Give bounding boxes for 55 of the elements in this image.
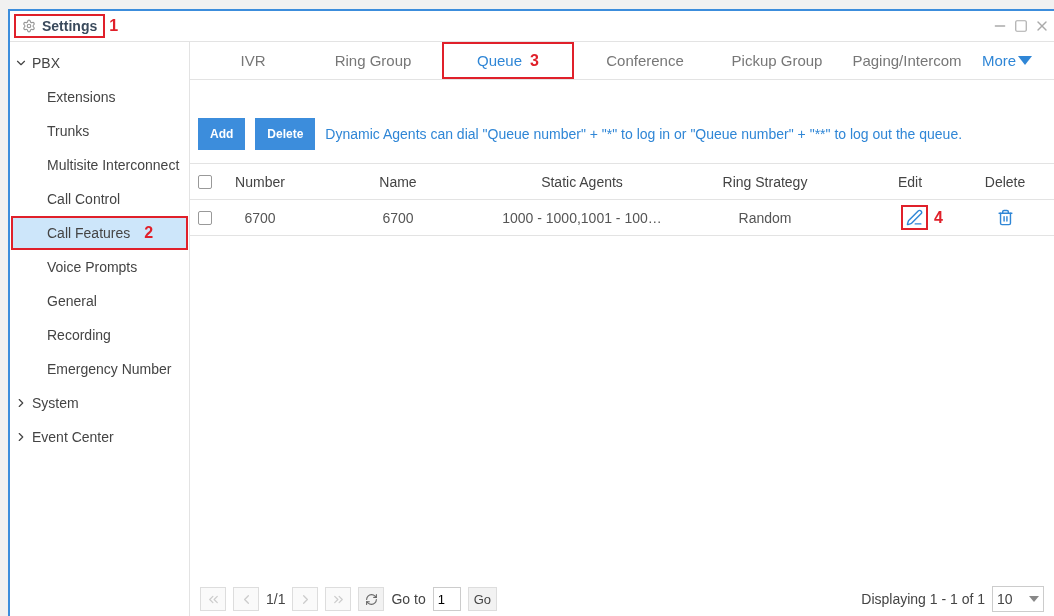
go-button[interactable]: Go bbox=[467, 587, 498, 611]
sidebar-item[interactable]: Recording bbox=[11, 318, 188, 352]
sidebar-item[interactable]: Voice Prompts bbox=[11, 250, 188, 284]
checkbox[interactable] bbox=[198, 210, 212, 225]
caret-icon bbox=[1018, 56, 1033, 65]
sidebar-item[interactable]: Trunks bbox=[11, 114, 188, 148]
callout-number: 1 bbox=[109, 17, 119, 35]
tab[interactable]: Conference bbox=[578, 42, 712, 79]
previous-page-button[interactable] bbox=[233, 587, 259, 611]
page-input[interactable]: 1 bbox=[432, 587, 461, 611]
window-title: Settings bbox=[14, 14, 106, 38]
page-size-select[interactable]: 10 bbox=[992, 586, 1044, 612]
column-header: Name bbox=[378, 173, 418, 190]
tab[interactable]: Ring Group bbox=[308, 42, 438, 79]
more-menu[interactable]: More bbox=[982, 42, 1033, 79]
checkbox[interactable] bbox=[198, 174, 212, 189]
sidebar-item[interactable]: Multisite Interconnect bbox=[11, 148, 188, 182]
page-indicator: 1/1 bbox=[266, 591, 286, 607]
hint-text: Dynamic Agents can dial "Queue number" + "*" to log in or "Queue number" + "**" to log out the queue. bbox=[325, 126, 963, 142]
maximize-icon[interactable] bbox=[1014, 19, 1028, 33]
sidebar-item[interactable]: Call Control bbox=[11, 182, 188, 216]
refresh-button[interactable] bbox=[358, 587, 385, 611]
tab[interactable]: IVR bbox=[198, 42, 308, 79]
tab[interactable]: Pickup Group bbox=[712, 42, 842, 79]
tab[interactable]: Queue 3 bbox=[442, 42, 574, 79]
table-cell-text: 6700 bbox=[381, 209, 415, 226]
next-page-button[interactable] bbox=[292, 587, 319, 611]
last-page-button[interactable] bbox=[325, 587, 352, 611]
gear-icon bbox=[22, 19, 36, 33]
callout-number: 4 bbox=[934, 208, 943, 227]
sidebar-group[interactable]: PBX bbox=[10, 46, 189, 80]
sidebar-item[interactable]: Extensions bbox=[11, 80, 188, 114]
table-cell-text: 1000 - 1000,1001 - 100… bbox=[501, 209, 663, 226]
tab[interactable]: Paging/Intercom bbox=[842, 42, 972, 79]
sidebar-group[interactable]: System bbox=[10, 386, 189, 420]
sidebar-item[interactable]: General bbox=[11, 284, 188, 318]
edit-icon[interactable] bbox=[901, 205, 929, 230]
table-cell-text: 6700 bbox=[243, 209, 277, 226]
callout-number: 3 bbox=[530, 51, 539, 70]
column-header: Ring Strategy bbox=[721, 173, 809, 190]
sidebar-item[interactable]: Emergency Number bbox=[11, 352, 188, 386]
first-page-button[interactable] bbox=[200, 587, 226, 611]
goto-label: Go to bbox=[391, 591, 426, 607]
column-header: Edit bbox=[896, 173, 924, 190]
caret-icon bbox=[1029, 596, 1039, 602]
column-header: Number bbox=[234, 173, 286, 190]
column-header: Static Agents bbox=[540, 173, 624, 190]
display-summary: Displaying 1 - 1 of 1 bbox=[861, 591, 985, 607]
callout-number: 2 bbox=[144, 224, 154, 242]
column-header: Delete bbox=[983, 173, 1027, 190]
sidebar-item[interactable]: Call Features 2 bbox=[11, 216, 188, 250]
table-cell-text: Random bbox=[737, 209, 793, 226]
trash-icon[interactable] bbox=[996, 209, 1014, 226]
refresh-icon bbox=[364, 592, 378, 606]
sidebar-group[interactable]: Event Center bbox=[10, 420, 189, 454]
